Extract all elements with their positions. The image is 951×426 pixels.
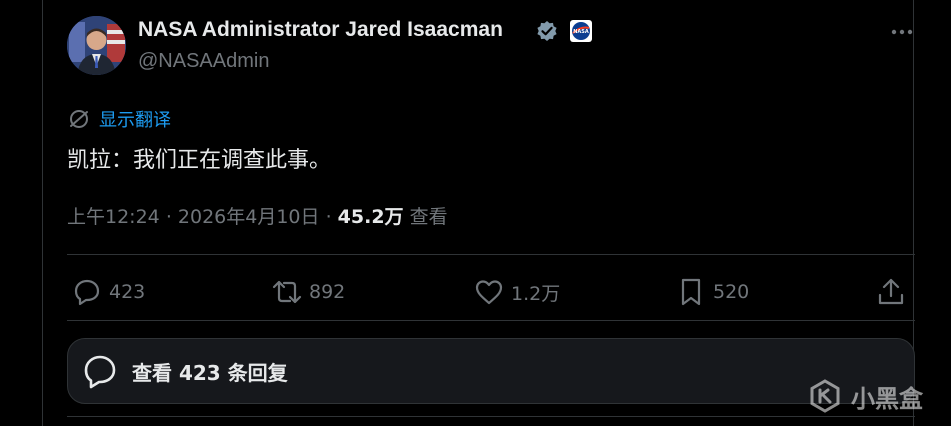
watermark: 小黑盒 xyxy=(807,374,923,418)
divider xyxy=(67,416,915,417)
view-replies-button[interactable]: 查看 423 条回复 xyxy=(67,338,915,404)
views-count: 45.2万 xyxy=(337,206,404,228)
meta-separator: · xyxy=(165,206,172,228)
reply-icon xyxy=(74,279,100,306)
tweet-text: 凯拉：我们正在调查此事。 xyxy=(67,148,332,173)
nasa-logo-text: NASA xyxy=(573,29,589,35)
tweet-detail: NASA Administrator Jared Isaacman NASA @… xyxy=(42,0,917,426)
translate-icon xyxy=(70,110,88,128)
tweet-time[interactable]: 上午12:24 xyxy=(67,206,160,228)
bookmark-count: 520 xyxy=(713,281,750,303)
nasa-meatball-icon: NASA xyxy=(572,22,590,40)
bookmark-icon xyxy=(681,278,701,306)
replies-bubble-icon xyxy=(84,355,116,389)
reply-count: 423 xyxy=(109,281,146,303)
avatar-image xyxy=(67,16,126,75)
author-handle[interactable]: @NASAAdmin xyxy=(138,50,269,73)
like-button[interactable]: 1.2万 xyxy=(473,274,560,310)
reply-button[interactable]: 423 xyxy=(71,274,145,310)
show-translation-button[interactable]: 显示翻译 xyxy=(67,106,171,132)
more-options-icon[interactable] xyxy=(887,20,917,44)
share-icon xyxy=(878,278,904,305)
nasa-logo-icon[interactable]: NASA xyxy=(570,20,592,42)
heart-icon xyxy=(475,280,503,305)
divider xyxy=(67,254,915,255)
avatar[interactable] xyxy=(67,16,126,75)
xiaoheihe-logo-icon xyxy=(810,379,840,413)
meta-separator: · xyxy=(325,206,332,228)
verified-badge-icon[interactable] xyxy=(536,20,558,42)
author-display-name[interactable]: NASA Administrator Jared Isaacman xyxy=(138,18,503,42)
views-label: 查看 xyxy=(409,206,448,228)
show-translation-label: 显示翻译 xyxy=(99,110,171,130)
divider xyxy=(67,320,915,321)
bookmark-button[interactable]: 520 xyxy=(675,274,749,310)
retweet-count: 892 xyxy=(309,281,346,303)
view-replies-label: 查看 423 条回复 xyxy=(132,360,288,385)
tweet-date[interactable]: 2026年4月10日 xyxy=(178,206,320,228)
tweet-meta: 上午12:24 · 2026年4月10日 · 45.2万 查看 xyxy=(67,202,448,229)
watermark-text: 小黑盒 xyxy=(851,384,923,413)
like-count: 1.2万 xyxy=(511,282,561,305)
share-button[interactable] xyxy=(875,274,907,310)
retweet-button[interactable]: 892 xyxy=(271,274,345,310)
retweet-icon xyxy=(272,280,302,304)
